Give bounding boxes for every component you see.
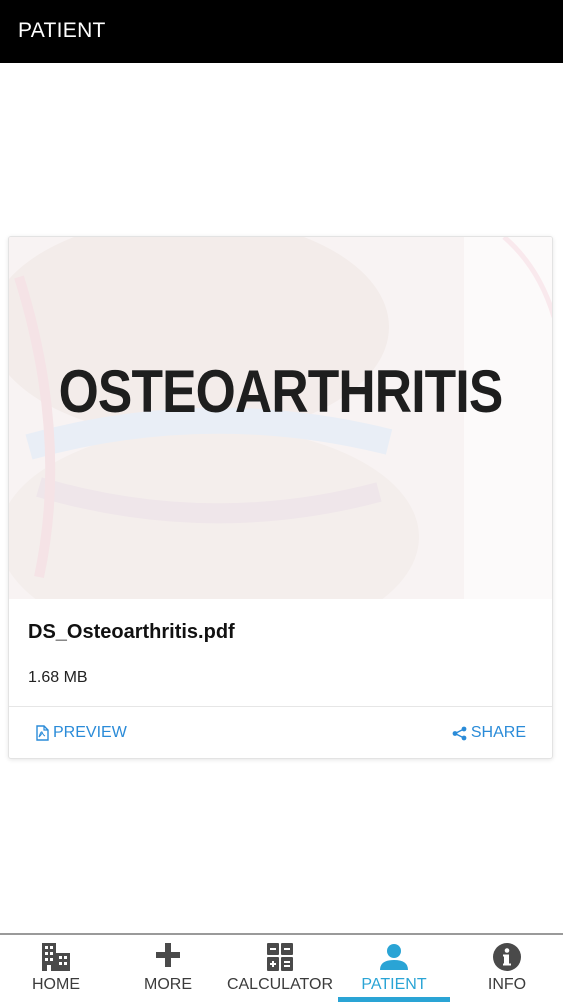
nav-label-info: INFO — [487, 976, 527, 993]
nav-item-calculator[interactable]: CALCULATOR — [224, 935, 336, 1002]
pdf-file-icon — [35, 725, 49, 741]
info-icon — [451, 942, 563, 972]
nav-label-patient: PATIENT — [361, 976, 427, 993]
user-icon — [338, 942, 450, 972]
app-header: PATIENT — [0, 0, 563, 63]
building-icon — [0, 942, 112, 972]
nav-label-home: HOME — [32, 976, 80, 993]
share-label: SHARE — [470, 724, 526, 741]
document-size: 1.68 MB — [28, 669, 88, 686]
document-thumbnail[interactable]: OSTEOARTHRITIS — [9, 237, 552, 599]
nav-item-home[interactable]: HOME — [0, 935, 112, 1002]
nav-item-info[interactable]: INFO — [451, 935, 563, 1002]
page-title: PATIENT — [18, 19, 106, 42]
document-card[interactable]: OSTEOARTHRITIS DS_Osteoarthritis.pdf 1.6… — [8, 236, 553, 759]
nav-item-patient[interactable]: PATIENT — [338, 935, 450, 1002]
bottom-navigation: HOME MORE CALCULATOR PATIENT INFO — [0, 933, 563, 1002]
share-icon — [452, 726, 467, 741]
preview-label: PREVIEW — [53, 724, 127, 741]
calculator-icon — [224, 942, 336, 972]
thumbnail-title: OSTEOARTHRITIS — [58, 358, 504, 425]
nav-label-calculator: CALCULATOR — [226, 976, 334, 993]
preview-button[interactable]: PREVIEW — [35, 724, 127, 742]
plus-icon — [112, 942, 224, 972]
document-filename: DS_Osteoarthritis.pdf — [28, 621, 235, 643]
nav-item-more[interactable]: MORE — [112, 935, 224, 1002]
card-divider — [9, 706, 552, 707]
share-button[interactable]: SHARE — [452, 724, 526, 742]
nav-label-more: MORE — [144, 976, 192, 993]
